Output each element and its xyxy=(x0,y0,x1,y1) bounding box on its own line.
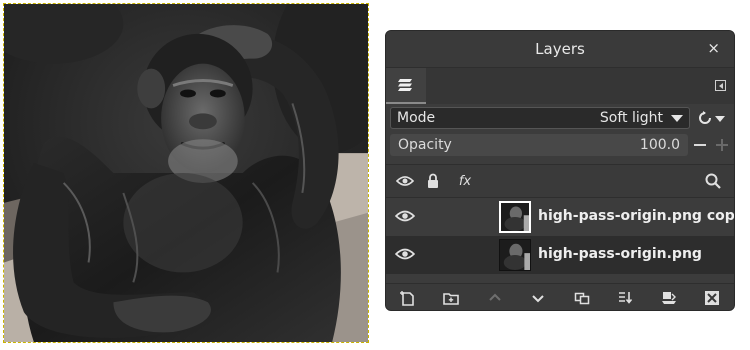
mode-switch-icon xyxy=(699,111,725,124)
chimpanzee-image xyxy=(4,4,368,342)
close-button[interactable]: × xyxy=(707,39,720,57)
layers-footer-toolbar xyxy=(386,283,735,310)
layer-row[interactable]: high-pass-origin.png xyxy=(386,236,734,274)
layer-thumbnail xyxy=(499,201,531,233)
dialog-title: Layers xyxy=(535,40,585,58)
fx-icon[interactable]: fx xyxy=(454,172,476,190)
search-button[interactable] xyxy=(702,172,724,190)
minus-icon xyxy=(694,144,706,146)
opacity-slider[interactable]: Opacity 100.0 xyxy=(390,134,688,156)
duplicate-layer-button[interactable] xyxy=(560,284,604,310)
layers-dialog: Layers × Mode Soft light Opacity 100.0 f… xyxy=(385,30,735,311)
new-layer-icon xyxy=(399,291,414,306)
lower-layer-button[interactable] xyxy=(517,284,561,310)
opacity-decrease-button[interactable] xyxy=(690,134,710,156)
merge-down-icon xyxy=(619,292,633,304)
eye-icon[interactable] xyxy=(395,247,415,261)
delete-layer-button[interactable] xyxy=(691,284,735,310)
opacity-increase-button[interactable] xyxy=(712,134,732,156)
delete-layer-icon xyxy=(705,291,720,305)
search-icon xyxy=(705,173,721,189)
eye-icon xyxy=(396,176,414,186)
raise-layer-icon xyxy=(489,293,501,301)
image-canvas[interactable] xyxy=(3,3,369,343)
mode-row: Mode Soft light xyxy=(390,107,732,129)
lower-layer-icon xyxy=(532,295,544,303)
raise-layer-button[interactable] xyxy=(473,284,517,310)
opacity-label: Opacity xyxy=(398,137,452,153)
lock-column-toggle[interactable] xyxy=(424,172,442,190)
layer-name: high-pass-origin.png copy xyxy=(538,208,735,224)
opacity-value: 100.0 xyxy=(639,137,680,153)
eye-icon[interactable] xyxy=(395,209,415,223)
mode-dropdown[interactable]: Mode Soft light xyxy=(390,107,690,129)
tab-layers[interactable] xyxy=(386,68,426,104)
visibility-column-toggle[interactable] xyxy=(395,172,415,190)
new-group-button[interactable] xyxy=(430,284,474,310)
layer-mask-button[interactable] xyxy=(647,284,691,310)
mode-value: Soft light xyxy=(599,110,663,126)
mode-switch-button[interactable] xyxy=(694,107,730,129)
chevron-down-icon xyxy=(671,114,683,122)
layers-stack-icon xyxy=(398,79,412,91)
dialog-titlebar: Layers × xyxy=(386,31,734,68)
plus-icon xyxy=(716,139,728,151)
duplicate-layer-icon xyxy=(574,292,589,305)
merge-down-button[interactable] xyxy=(604,284,648,310)
tab-row xyxy=(386,68,734,104)
new-group-icon xyxy=(443,293,460,305)
layer-row[interactable]: high-pass-origin.png copy xyxy=(386,198,734,236)
layer-mask-icon xyxy=(661,292,676,304)
layer-thumbnail xyxy=(499,239,531,271)
layers-column-header: fx xyxy=(386,164,734,198)
lock-icon xyxy=(428,173,438,188)
new-layer-button[interactable] xyxy=(386,284,430,310)
mode-label: Mode xyxy=(397,110,436,126)
tab-menu-icon[interactable] xyxy=(715,80,726,91)
opacity-row: Opacity 100.0 xyxy=(390,134,732,156)
layer-name: high-pass-origin.png xyxy=(538,246,702,262)
